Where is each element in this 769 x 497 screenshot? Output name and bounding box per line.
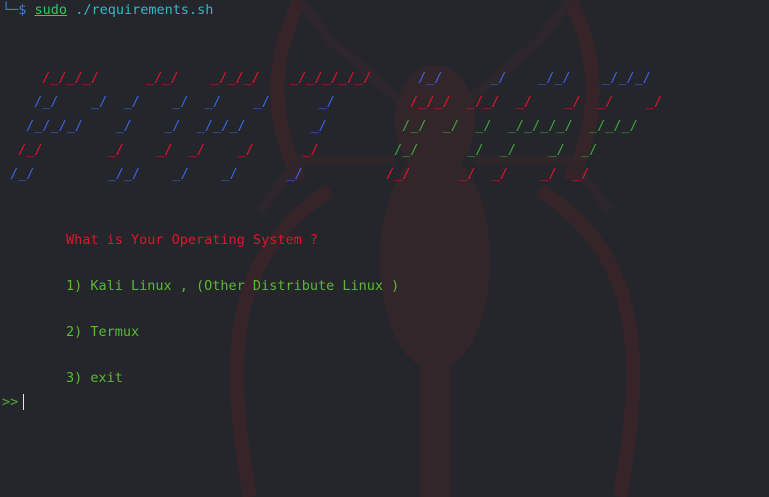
input-prompt: >>: [2, 394, 19, 410]
banner-glyph: /_/ _/ _/ _/ _/ _/: [18, 142, 319, 158]
banner-glyph: _/_/_/_/_/: [290, 70, 372, 86]
banner-glyph: _/: [490, 70, 507, 86]
banner-glyph: _/_/: [538, 70, 571, 86]
banner-glyph: /_/_/_/ _/ _/ _/_/_/ _/: [26, 118, 327, 134]
banner-glyph: /_/: [418, 70, 443, 86]
banner-glyph: /_/ _/ _/ _/ _/: [394, 142, 598, 158]
banner-glyph: _/_/: [146, 70, 179, 86]
ascii-banner: /_/_/_/ _/_/ _/_/_/ _/_/_/_/_/ /_/ _/ _/…: [0, 0, 769, 497]
menu-option-termux: 2) Termux: [66, 324, 140, 340]
banner-glyph: /_/ _/ _/ _/ _/: [386, 166, 590, 182]
input-line[interactable]: >>: [2, 394, 25, 410]
text-cursor: [23, 394, 25, 410]
menu-option-kali: 1) Kali Linux , (Other Distribute Linux …: [66, 278, 400, 294]
menu-option-exit: 3) exit: [66, 370, 123, 386]
banner-glyph: _/_/_/: [211, 70, 260, 86]
banner-glyph: /_/ _/ _/ _/ _/ _/ _/: [34, 94, 335, 110]
banner-glyph: /_/ _/_/ _/ _/ _/: [10, 166, 303, 182]
banner-glyph: /_/_/ _/_/ _/ _/ _/ _/: [410, 94, 662, 110]
banner-glyph: /_/ _/ _/ _/_/_/_/ _/_/_/: [402, 118, 638, 134]
menu-title: What is Your Operating System ?: [66, 232, 318, 248]
banner-glyph: _/_/_/: [602, 70, 651, 86]
banner-glyph: /_/_/_/: [42, 70, 99, 86]
terminal-window[interactable]: └─$ sudo ./requirements.sh /_/_/_/ _/_/ …: [0, 0, 769, 497]
